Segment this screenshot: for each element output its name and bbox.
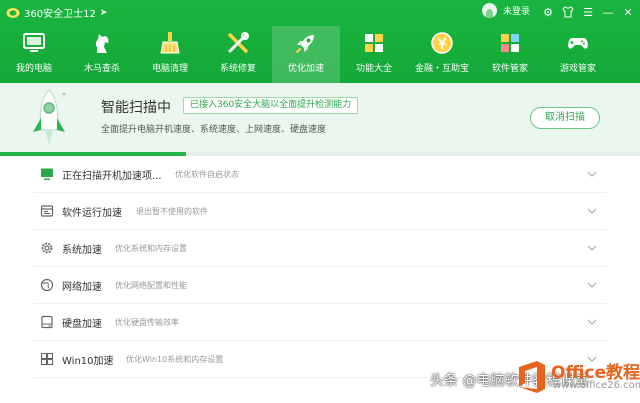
brain-tag: 已接入360安全大脑以全面提升检测能力	[183, 97, 359, 114]
settings-gear-icon	[41, 242, 53, 254]
chevron-down-icon[interactable]	[586, 242, 598, 254]
nav-item-optimize[interactable]: 优化加速	[272, 26, 340, 83]
office-url: www.office26.com	[553, 380, 640, 391]
item-title: 系统加速	[62, 245, 102, 256]
wrench-screwdriver-icon	[228, 32, 249, 53]
office-logo-icon	[519, 361, 545, 393]
skin-shirt-icon[interactable]	[560, 4, 576, 20]
item-desc: 优化硬盘传输效率	[115, 318, 179, 327]
item-desc: 优化系统和内存设置	[115, 244, 187, 253]
nav-label: 我的电脑	[15, 64, 52, 74]
monitor-icon	[23, 33, 45, 52]
app-window: 360安全卫士12 ➤ 未登录 ⚙ ☰ — ✕ 我的电脑 木马查杀 电脑清理 系…	[0, 0, 640, 403]
hard-disk-icon	[41, 315, 53, 329]
software-manager-icon	[501, 34, 519, 52]
avatar[interactable]	[482, 3, 497, 18]
rocket-icon	[296, 35, 314, 53]
title-bar: 360安全卫士12 ➤ 未登录 ⚙ ☰ — ✕	[0, 0, 640, 24]
item-desc: 优化软件自启状态	[175, 170, 239, 179]
list-item[interactable]: 硬盘加速 优化硬盘传输效率	[33, 304, 607, 341]
item-title: 网络加速	[62, 282, 102, 293]
nav-item-trojan-scan[interactable]: 木马查杀	[68, 26, 136, 83]
item-desc: 优化Win10系统和内存设置	[126, 355, 224, 364]
nav-label: 系统修复	[219, 64, 256, 74]
nav-item-software-manager[interactable]: 软件管家	[476, 26, 544, 83]
nav-label: 功能大全	[355, 64, 392, 74]
chevron-down-icon[interactable]	[586, 205, 598, 217]
item-title: Win10加速	[62, 356, 114, 367]
item-title: 硬盘加速	[62, 319, 102, 330]
nav-item-finance[interactable]: 金融・互助宝	[408, 26, 476, 83]
settings-gear-button[interactable]: ⚙	[540, 4, 556, 20]
user-login[interactable]: 未登录	[482, 3, 530, 18]
network-globe-icon	[40, 278, 54, 292]
nav-label: 游戏管家	[559, 64, 596, 74]
broom-icon	[160, 32, 180, 54]
chevron-down-icon[interactable]	[586, 168, 598, 180]
nav-item-game-manager[interactable]: 游戏管家	[544, 26, 612, 83]
list-item[interactable]: 软件运行加速 退出暂不使用的软件	[33, 193, 607, 230]
chevron-down-icon[interactable]	[586, 316, 598, 328]
item-desc: 优化网络配置和性能	[115, 281, 187, 290]
scan-banner: 智能扫描中 已接入360安全大脑以全面提升检测能力 全面提升电脑开机速度、系统速…	[0, 83, 640, 152]
nav-label: 软件管家	[491, 64, 528, 74]
gamepad-icon	[568, 38, 588, 49]
office-watermark: Office教程网 www.office26.com	[515, 355, 640, 399]
header-bar: 360安全卫士12 ➤ 未登录 ⚙ ☰ — ✕ 我的电脑 木马查杀 电脑清理 系…	[0, 0, 640, 83]
scan-title: 智能扫描中	[101, 100, 171, 116]
grid-icon	[365, 34, 383, 52]
optimize-item-list: 正在扫描开机加速项... 优化软件自启状态 软件运行加速 退出暂不使用的软件 系…	[33, 156, 607, 378]
scan-subtitle: 全面提升电脑开机速度、系统速度、上网速度、硬盘速度	[101, 125, 327, 135]
app-title: 360安全卫士12	[24, 9, 96, 20]
nav-label: 优化加速	[287, 64, 324, 74]
nav-label: 电脑清理	[151, 64, 188, 74]
nav-item-system-repair[interactable]: 系统修复	[204, 26, 272, 83]
nav-label: 木马查杀	[83, 64, 120, 74]
app-logo-icon	[6, 7, 20, 18]
main-nav: 我的电脑 木马查杀 电脑清理 系统修复 优化加速 功能大全 金融・互助宝 软件管…	[0, 26, 640, 83]
trojan-horse-icon	[95, 34, 109, 53]
login-label[interactable]: 未登录	[503, 4, 530, 17]
coin-icon	[431, 32, 453, 54]
nav-label: 金融・互助宝	[414, 64, 469, 74]
minimize-button[interactable]: —	[600, 4, 616, 20]
window-controls: ⚙ ☰ — ✕	[540, 4, 640, 20]
nav-item-all-features[interactable]: 功能大全	[340, 26, 408, 83]
software-run-icon	[40, 205, 54, 217]
cancel-scan-button[interactable]: 取消扫描	[530, 107, 600, 129]
list-item[interactable]: 网络加速 优化网络配置和性能	[33, 267, 607, 304]
list-item[interactable]: 系统加速 优化系统和内存设置	[33, 230, 607, 267]
nav-item-cleanup[interactable]: 电脑清理	[136, 26, 204, 83]
list-item[interactable]: 正在扫描开机加速项... 优化软件自启状态	[33, 156, 607, 193]
item-desc: 退出暂不使用的软件	[136, 207, 208, 216]
menu-icon[interactable]: ☰	[580, 4, 596, 20]
item-title: 正在扫描开机加速项...	[62, 171, 162, 182]
item-title: 软件运行加速	[62, 208, 122, 219]
upgrade-arrow-icon[interactable]: ➤	[100, 8, 108, 18]
nav-item-my-computer[interactable]: 我的电脑	[0, 26, 68, 83]
app-brand: 360安全卫士12 ➤	[6, 5, 107, 20]
startup-monitor-icon	[41, 168, 53, 180]
windows-logo-icon	[40, 352, 54, 366]
close-button[interactable]: ✕	[620, 4, 636, 20]
chevron-down-icon[interactable]	[586, 279, 598, 291]
rocket-illustration-icon	[33, 89, 66, 144]
